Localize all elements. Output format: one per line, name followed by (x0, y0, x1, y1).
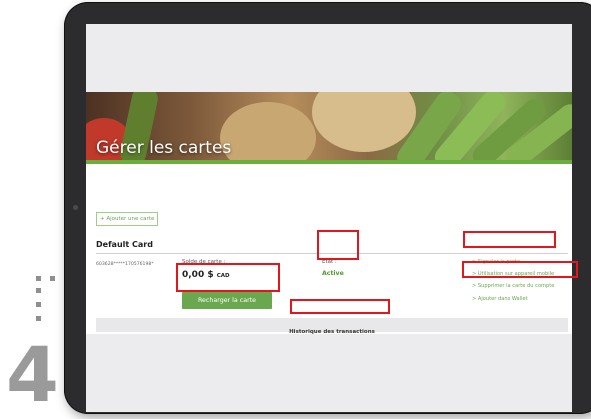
tablet-frame: Gérer les cartes + Ajouter une carte Def… (64, 2, 591, 414)
transaction-history-button[interactable]: Historique des transactions (96, 318, 568, 335)
card-management-panel: + Ajouter une carte Default Card 603628*… (86, 164, 572, 335)
page-title: Gérer les cartes (96, 138, 232, 158)
add-card-button[interactable]: + Ajouter une carte (96, 212, 159, 226)
status-label: État : (322, 259, 337, 265)
page-footer-area (86, 334, 572, 412)
screen: Gérer les cartes + Ajouter une carte Def… (86, 24, 572, 412)
mobile-use-link[interactable]: > Utilisation sur appareil mobile (472, 271, 554, 277)
card-name: Default Card (96, 240, 153, 249)
balance-value: 0,00 $ CAD (182, 270, 230, 280)
balance-currency: CAD (216, 273, 230, 279)
balance-amount: 0,00 $ (182, 270, 214, 280)
card-number: 603628*****170576198* (96, 262, 154, 267)
add-to-wallet-link[interactable]: > Ajouter dans Wallet (472, 296, 528, 302)
balance-label: Solde de carte : (182, 259, 226, 265)
page-header-area (86, 24, 572, 92)
divider (96, 253, 568, 254)
status-value: Active (322, 270, 344, 277)
report-loss-link[interactable]: > Signaler la perte (472, 259, 520, 265)
camera-icon (73, 205, 78, 210)
step-number: 4 (6, 330, 59, 419)
remove-card-link[interactable]: > Supprimer la carte du compte (472, 283, 554, 289)
recharge-card-button[interactable]: Recharger la carte (182, 292, 272, 309)
